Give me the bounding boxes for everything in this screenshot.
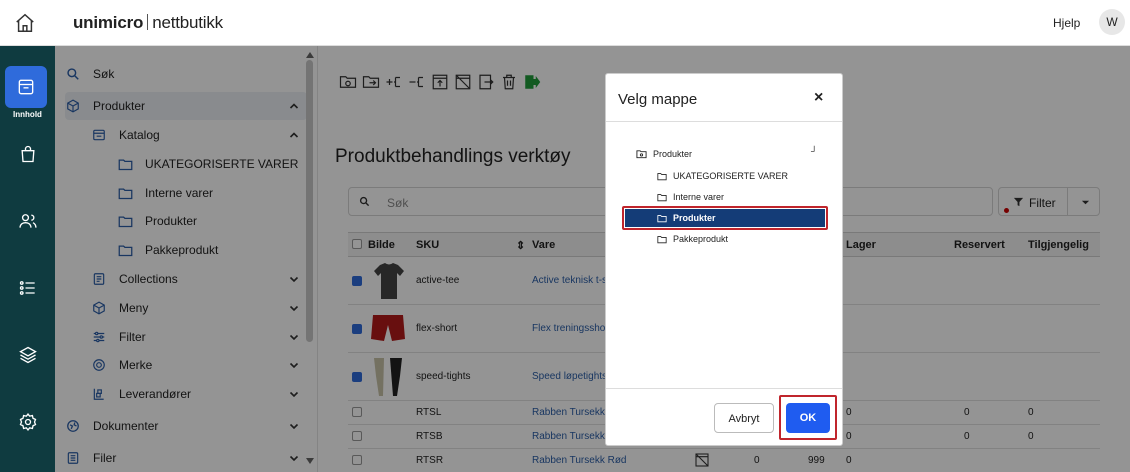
dialog-header: Velg mappe × <box>606 74 842 122</box>
folder-label: UKATEGORISERTE VARER <box>673 171 789 181</box>
brand-name: unimicro <box>73 13 144 32</box>
tree-root-label: Produkter <box>653 149 693 159</box>
folder-icon <box>657 193 667 202</box>
tree-folder[interactable]: Pakkeprodukt <box>657 230 728 248</box>
modal-overlay[interactable] <box>55 46 1130 472</box>
collapse-icon[interactable]: ┘ <box>811 146 817 156</box>
brand-logo[interactable]: unimicro nettbutikk <box>73 13 223 33</box>
dialog-footer: Avbryt OK <box>606 388 842 446</box>
avatar[interactable]: W <box>1099 9 1125 35</box>
ok-highlight <box>779 395 837 440</box>
folder-icon <box>657 172 667 181</box>
nav-rail: Innhold <box>0 46 55 472</box>
brand-product: nettbutikk <box>152 13 223 32</box>
shopping-bag-icon[interactable] <box>0 134 55 174</box>
selection-highlight <box>622 206 828 230</box>
folder-open-icon <box>636 149 647 159</box>
list-icon[interactable] <box>0 268 55 308</box>
folder-label: Pakkeprodukt <box>673 234 729 244</box>
tree-folder[interactable]: Interne varer <box>657 188 724 206</box>
folder-tree: Produkter ┘ UKATEGORISERTE VARER Interne… <box>606 122 842 388</box>
users-icon[interactable] <box>0 201 55 241</box>
dialog-title: Velg mappe <box>618 91 698 108</box>
folder-label: Interne varer <box>673 192 725 202</box>
close-icon[interactable]: × <box>814 89 823 107</box>
layers-icon[interactable] <box>0 335 55 375</box>
help-link[interactable]: Hjelp <box>1053 16 1080 30</box>
rail-content-label: Innhold <box>13 110 42 119</box>
top-bar: unimicro nettbutikk Hjelp W <box>0 0 1130 46</box>
settings-gear-icon[interactable] <box>0 402 55 442</box>
home-icon[interactable] <box>14 12 36 37</box>
tree-root[interactable]: Produkter <box>636 145 692 163</box>
tree-folder[interactable]: UKATEGORISERTE VARER <box>657 167 788 185</box>
choose-folder-dialog: Velg mappe × Produkter ┘ UKATEGORISERTE … <box>605 73 843 446</box>
cancel-button[interactable]: Avbryt <box>714 403 774 433</box>
folder-icon <box>657 235 667 244</box>
rail-content-button[interactable] <box>5 66 47 108</box>
